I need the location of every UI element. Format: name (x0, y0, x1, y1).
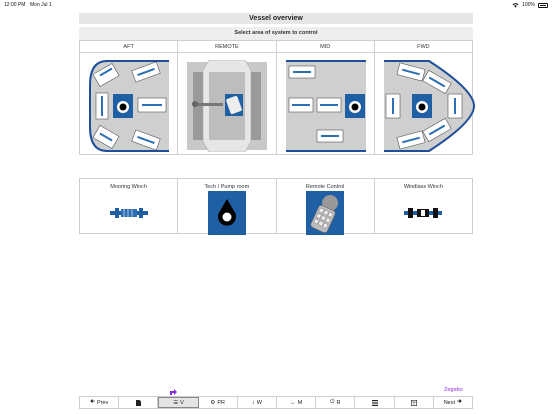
system-remote-control-label: Remote Control (305, 184, 345, 190)
w-button[interactable]: ↕ W (237, 397, 278, 408)
vertical-arrows-icon: ↕ (251, 399, 255, 406)
system-tech-pump-room[interactable]: Tech / Pump room (178, 179, 277, 235)
m-button[interactable]: ↔ M (277, 397, 317, 408)
prev-button-label: Prev (97, 399, 109, 406)
area-aft[interactable]: AFT (80, 41, 179, 154)
gear-icon: ⚙ (210, 399, 216, 406)
r-button[interactable]: ⏻ R (316, 397, 356, 408)
brand-logo: Zegebo (444, 387, 463, 393)
windlass-winch-icon (404, 208, 443, 218)
mooring-winch-icon (109, 208, 148, 218)
remote-control-icon (306, 191, 345, 235)
r-button-label: R (336, 399, 341, 406)
system-tech-pump-room-label: Tech / Pump room (204, 184, 250, 190)
list-button[interactable] (355, 397, 395, 408)
page-title: Vessel overview (79, 13, 473, 24)
list-icon: ☰ (173, 399, 179, 406)
document-button[interactable] (119, 397, 159, 408)
pr-button[interactable]: ⚙ PR (198, 397, 238, 408)
battery-percent: 100% (522, 2, 535, 8)
bulleted-list-icon (371, 399, 378, 406)
status-right: 100% (512, 2, 548, 8)
system-remote-control[interactable]: Remote Control (277, 179, 375, 235)
system-mooring-winch-label: Mooring Winch (110, 184, 147, 190)
wifi-icon (512, 2, 519, 8)
area-mid-label: MID (276, 41, 374, 53)
next-button-label: Next (443, 399, 456, 406)
table-icon (410, 399, 417, 406)
arrow-left-icon: 🠈 (89, 399, 95, 405)
prev-button[interactable]: 🠈 Prev (80, 397, 120, 408)
status-time: 12:00 PM (4, 2, 26, 8)
m-button-label: M (297, 399, 303, 406)
bottom-nav: 🠈 Prev ☰ V ⚙ PR ↕ W ↔ M ⏻ R Next 🠊 (79, 396, 473, 409)
nav-pointer-icon (170, 389, 177, 395)
next-button[interactable]: Next 🠊 (433, 397, 473, 408)
page-subtitle: Select area of system to control (79, 27, 473, 40)
area-remote-label: REMOTE (178, 41, 276, 53)
pump-icon (207, 191, 246, 235)
area-remote[interactable]: REMOTE (178, 41, 277, 154)
area-mid[interactable]: MID (276, 41, 375, 154)
area-selector: AFT REMOTE MID FWD (79, 40, 475, 155)
v-button-label: V (180, 399, 184, 406)
system-windlass-winch-label: Windlass Winch (403, 184, 443, 190)
system-windlass-winch[interactable]: Windlass Winch (375, 179, 472, 233)
horizontal-arrows-icon: ↔ (290, 399, 296, 406)
arrow-right-icon: 🠊 (457, 399, 463, 405)
system-selector: Mooring Winch Tech / Pump room Remote Co… (79, 178, 473, 235)
status-bar: 12:00 PM Mon Jul 1 100% (0, 0, 552, 10)
battery-icon (538, 2, 548, 8)
fwd-deck-diagram (383, 60, 475, 152)
document-icon (135, 399, 141, 406)
area-fwd-label: FWD (374, 41, 472, 53)
remote-deck-diagram (187, 60, 268, 152)
mid-deck-diagram (285, 60, 366, 152)
status-date: Mon Jul 1 (30, 2, 52, 8)
table-button[interactable] (394, 397, 434, 408)
v-button[interactable]: ☰ V (158, 397, 199, 408)
pr-button-label: PR (217, 399, 225, 406)
system-mooring-winch[interactable]: Mooring Winch (80, 179, 179, 233)
w-button-label: W (256, 399, 262, 406)
area-aft-label: AFT (80, 41, 178, 53)
aft-deck-diagram (89, 60, 169, 152)
power-icon: ⏻ (330, 399, 335, 405)
area-fwd[interactable]: FWD (374, 41, 475, 154)
